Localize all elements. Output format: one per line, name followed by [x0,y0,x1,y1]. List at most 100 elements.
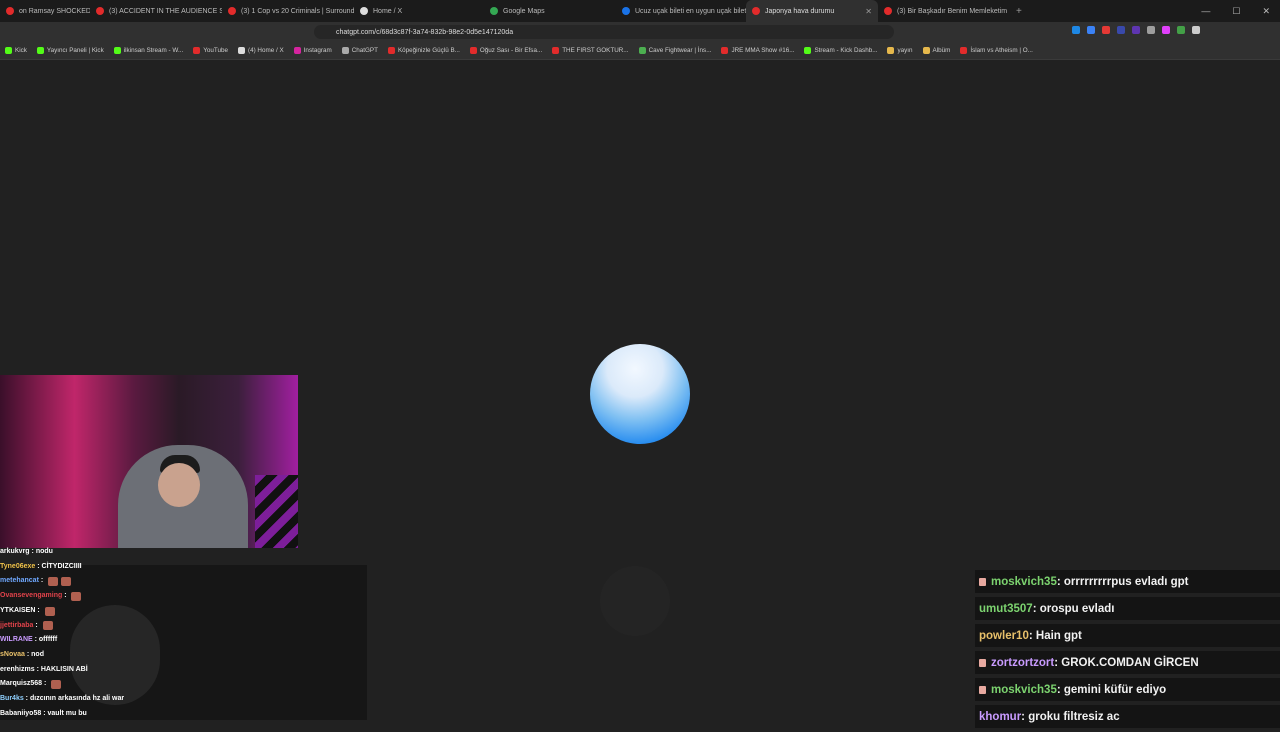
bookmark-favicon-icon [922,47,930,54]
bookmark-label: ChatGPT [351,47,378,54]
browser-tab[interactable]: Japonya hava durumu ✕ [746,0,878,22]
bookmark-item[interactable]: Oğuz Sası - Bir Efsa... [465,47,547,54]
emote-icon [48,577,59,587]
extension-icons [1072,26,1200,34]
tab-favicon-icon [490,7,498,15]
chat-username: Bur4ks [0,695,24,703]
bookmark-favicon-icon [237,47,245,54]
chat-separator: : [1056,683,1064,696]
browser-tab[interactable]: on Ramsay SHOCKED By Th [0,0,90,22]
bookmark-item[interactable]: Cave Fightwear | İns... [634,47,717,54]
chat-text: GROK.COMDAN GİRCEN [1061,656,1199,669]
browser-tab[interactable]: Ucuz uçak bileti en uygun uçak bileti [616,0,746,22]
bookmark-favicon-icon [293,47,301,54]
chat-message: khomur: groku filtresiz ac [975,705,1280,728]
chat-username: erenhizms [0,665,35,673]
chat-separator: : [38,577,46,585]
tab-favicon-icon [622,7,630,15]
bookmark-label: Oğuz Sası - Bir Efsa... [479,47,543,54]
bookmark-item[interactable]: Köpeğinizle Güçlü B... [383,47,465,54]
tab-favicon-icon [6,7,14,15]
chat-message: Tyne06exe : CİTYDIZCIIII [0,560,300,575]
chat-text: gemini küfür ediyo [1063,683,1167,696]
bookmark-item[interactable]: JRE MMA Show #16... [716,47,799,54]
bookmark-item[interactable]: Kick [0,47,32,54]
maximize-icon[interactable]: ☐ [1232,6,1240,17]
browser-tab[interactable]: Google Maps [484,0,616,22]
bookmark-favicon-icon [193,47,201,54]
bookmark-favicon-icon [552,47,560,54]
emote-icon [42,621,53,631]
chat-username: jjettirbaba [0,621,34,629]
extension-icon[interactable] [1162,26,1170,34]
minimize-icon[interactable]: — [1201,6,1210,16]
streamer-webcam [0,375,298,548]
chat-message: powler10: Hain gpt [975,624,1280,647]
chat-username: WILRANE [0,636,33,644]
chat-username: powler10 [979,629,1029,642]
chat-message: Babaniiyo58 : vault mu bu [0,707,300,722]
tab-favicon-icon [752,7,760,15]
bookmark-item[interactable]: Albüm [918,47,956,54]
bookmark-label: Albüm [932,47,951,54]
bookmark-item[interactable]: İslam vs Atheism | O... [955,47,1038,54]
emote-icon [51,680,62,690]
bookmark-item[interactable]: Yayıncı Paneli | Kick [32,47,109,54]
chat-message: WILRANE : offffff [0,633,300,648]
tab-favicon-icon [96,7,104,15]
chat-message: Bur4ks : dızcının arkasında hz ali war [0,692,300,707]
browser-tab[interactable]: Home / X [354,0,484,22]
chat-message: metehancat : [0,574,300,589]
new-tab-icon[interactable]: + [1010,6,1028,17]
tab-title: on Ramsay SHOCKED By Th [19,7,90,15]
extension-icon[interactable] [1087,26,1095,34]
chat-message: YTKAISEN : [0,604,300,619]
bookmark-item[interactable]: THE FIRST GOKTUR... [547,47,633,54]
bookmark-favicon-icon [387,47,395,54]
bookmark-item[interactable]: ChatGPT [337,47,383,54]
extensions-puzzle-icon[interactable] [1192,26,1200,34]
browser-tab[interactable]: (3) Bir Başkadır Benim Memleketim [878,0,1010,22]
close-window-icon[interactable]: ✕ [1262,6,1270,17]
bookmark-label: İslam vs Atheism | O... [970,47,1033,54]
bookmark-item[interactable]: Instagram [289,47,337,54]
chat-separator: : [62,592,69,600]
bookmark-item[interactable]: Stream - Kick Dashb... [799,47,882,54]
chat-username: khomur [979,710,1022,723]
bookmark-item[interactable]: (4) Home / X [233,47,289,54]
chat-text: vault mu bu [47,709,87,717]
chat-separator: : [1032,602,1040,615]
bookmark-favicon-icon [5,47,12,54]
extension-icon[interactable] [1147,26,1155,34]
bookmark-label: yayın [897,47,913,54]
chat-username: umut3507 [979,602,1033,615]
bookmark-item[interactable]: YouTube [188,47,233,54]
extension-icon[interactable] [1132,26,1140,34]
chat-message: Marquisz568 : [0,677,300,692]
user-badge-icon [979,658,986,667]
bookmark-item[interactable]: yayın [882,47,917,54]
bookmark-label: YouTube [203,47,228,54]
chat-username: YTKAISEN [0,606,36,614]
chat-separator: : [33,621,40,629]
close-tab-icon[interactable]: ✕ [859,7,872,16]
tab-title: (3) Bir Başkadır Benim Memleketim [897,7,1008,15]
chat-separator: : [42,680,49,688]
extension-icon[interactable] [1117,26,1125,34]
url-field[interactable]: chatgpt.com/c/68d3c87f-3a74-832b-98e2-0d… [314,25,894,39]
bookmark-label: ilkinsan Stream - W... [123,47,184,54]
chat-message: umut3507: orospu evladı [975,597,1280,620]
chat-text: nod [31,650,44,658]
browser-tab[interactable]: (3) ACCIDENT IN THE AUDIENCE STA [90,0,222,22]
chat-username: Babaniiyo58 [0,709,42,717]
extension-icon[interactable] [1072,26,1080,34]
browser-tab[interactable]: (3) 1 Cop vs 20 Criminals | Surrounde [222,0,354,22]
chat-text: nodu [35,548,53,555]
bookmark-item[interactable]: ilkinsan Stream - W... [109,47,189,54]
extension-icon[interactable] [1177,26,1185,34]
chat-username: moskvich35 [991,683,1057,696]
extension-icon[interactable] [1102,26,1110,34]
tab-favicon-icon [884,7,892,15]
emote-icon [71,591,82,601]
bookmark-favicon-icon [341,47,349,54]
